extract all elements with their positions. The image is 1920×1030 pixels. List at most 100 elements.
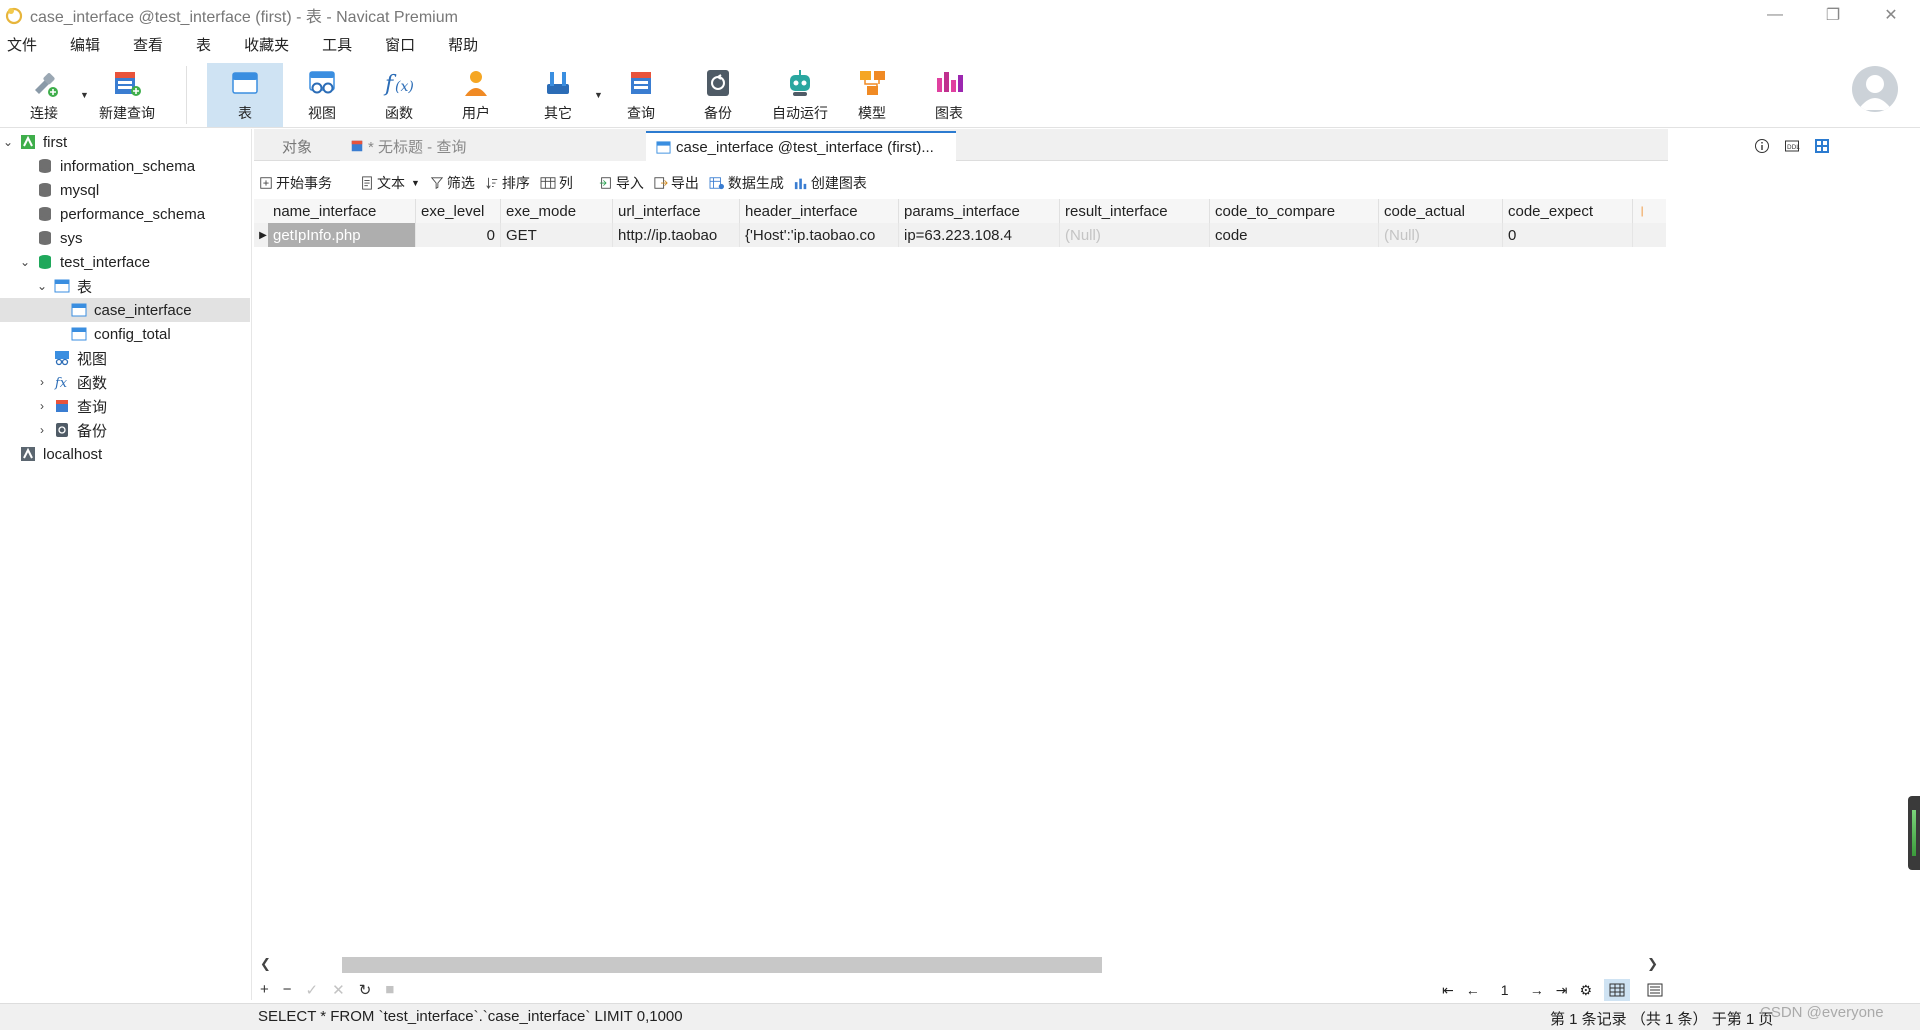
create-chart-button[interactable]: 创建图表 bbox=[794, 173, 867, 193]
chevron-down-icon[interactable]: ⌄ bbox=[36, 279, 48, 293]
refresh-icon[interactable]: ↻ bbox=[359, 981, 372, 999]
tree-node-case-interface[interactable]: case_interface bbox=[0, 298, 250, 322]
tab-untitled-query[interactable]: * 无标题 - 查询 bbox=[340, 131, 646, 161]
new-query-button[interactable]: 新建查询 bbox=[88, 63, 166, 127]
column-header-header-interface[interactable]: header_interface bbox=[740, 199, 899, 223]
tree-node-first[interactable]: ⌄ first bbox=[0, 130, 250, 154]
scrollbar-thumb[interactable] bbox=[342, 957, 1102, 973]
minimize-button[interactable]: — bbox=[1746, 0, 1804, 30]
model-button[interactable]: 模型 bbox=[834, 63, 910, 127]
stop-icon[interactable]: ■ bbox=[385, 981, 394, 999]
cell-header-interface[interactable]: {'Host':'ip.taobao.co bbox=[740, 223, 899, 247]
chart-button[interactable]: 图表 bbox=[911, 63, 987, 127]
form-view-button[interactable] bbox=[1642, 979, 1668, 1001]
side-panel-handle[interactable] bbox=[1908, 796, 1920, 870]
column-header-code-actual[interactable]: code_actual bbox=[1379, 199, 1503, 223]
tree-node-views-folder[interactable]: 视图 bbox=[0, 346, 250, 370]
tree-node-localhost[interactable]: localhost bbox=[0, 442, 250, 466]
restore-button[interactable]: ❐ bbox=[1804, 0, 1862, 30]
close-button[interactable]: ✕ bbox=[1862, 0, 1920, 30]
discard-changes-icon[interactable]: ✕ bbox=[332, 981, 345, 999]
chevron-right-icon[interactable]: › bbox=[36, 423, 48, 437]
cell-url-interface[interactable]: http://ip.taobao bbox=[613, 223, 740, 247]
chevron-down-icon[interactable]: ⌄ bbox=[2, 135, 14, 149]
query-button[interactable]: 查询 bbox=[603, 63, 679, 127]
tree-node-queries-folder[interactable]: › 查询 bbox=[0, 394, 250, 418]
previous-page-icon[interactable]: ← bbox=[1466, 982, 1480, 998]
view-button[interactable]: 视图 bbox=[284, 63, 360, 127]
tree-node-backups-folder[interactable]: › 备份 bbox=[0, 418, 250, 442]
menu-favorites[interactable]: 收藏夹 bbox=[235, 34, 298, 55]
tree-node-sys[interactable]: sys bbox=[0, 226, 250, 250]
cell-result-interface[interactable]: (Null) bbox=[1060, 223, 1210, 247]
info-icon[interactable] bbox=[1754, 138, 1770, 154]
chevron-right-icon[interactable]: › bbox=[36, 375, 48, 389]
columns-button[interactable]: 列 bbox=[540, 173, 573, 193]
text-dropdown-icon[interactable]: ▼ bbox=[411, 178, 420, 188]
chevron-right-icon[interactable]: › bbox=[36, 399, 48, 413]
cell-params-interface[interactable]: ip=63.223.108.4 bbox=[899, 223, 1060, 247]
chevron-down-icon[interactable]: ⌄ bbox=[19, 255, 31, 269]
column-header-result-interface[interactable]: result_interface bbox=[1060, 199, 1210, 223]
data-generation-button[interactable]: 数据生成 bbox=[709, 173, 784, 193]
table-row[interactable]: ▶ getIpInfo.php 0 GET http://ip.taobao {… bbox=[254, 223, 1666, 247]
filter-button[interactable]: 筛选 bbox=[430, 173, 475, 193]
text-button[interactable]: 文本 ▼ bbox=[360, 173, 420, 193]
cell-exe-level[interactable]: 0 bbox=[416, 223, 501, 247]
export-button[interactable]: 导出 bbox=[654, 173, 699, 193]
menu-tools[interactable]: 工具 bbox=[313, 34, 361, 55]
tree-node-tables-folder[interactable]: ⌄ 表 bbox=[0, 274, 250, 298]
column-header-code-expect[interactable]: code_expect bbox=[1503, 199, 1633, 223]
sort-button[interactable]: 排序 bbox=[485, 173, 530, 193]
preview-panel-icon[interactable] bbox=[1814, 138, 1830, 154]
scroll-right-icon[interactable]: ❯ bbox=[1647, 956, 1658, 972]
column-header-code-to-compare[interactable]: code_to_compare bbox=[1210, 199, 1379, 223]
pager-settings-gear-icon[interactable]: ⚙ bbox=[1579, 982, 1592, 999]
grid-view-button[interactable] bbox=[1604, 979, 1630, 1001]
page-number-field[interactable]: 1 bbox=[1491, 980, 1518, 1000]
column-header-exe-mode[interactable]: exe_mode bbox=[501, 199, 613, 223]
cell-exe-mode[interactable]: GET bbox=[501, 223, 613, 247]
menu-file[interactable]: 文件 bbox=[0, 34, 46, 55]
user-avatar[interactable] bbox=[1852, 66, 1898, 112]
menu-table[interactable]: 表 bbox=[187, 34, 220, 55]
first-page-icon[interactable]: ⇤ bbox=[1442, 982, 1454, 999]
tree-node-test-interface[interactable]: ⌄ test_interface bbox=[0, 250, 250, 274]
import-button[interactable]: 导入 bbox=[599, 173, 644, 193]
delete-record-icon[interactable]: − bbox=[283, 981, 292, 999]
next-page-icon[interactable]: → bbox=[1530, 982, 1544, 998]
cell-code-to-compare[interactable]: code bbox=[1210, 223, 1379, 247]
cell-code-actual[interactable]: (Null) bbox=[1379, 223, 1503, 247]
function-button[interactable]: f (x) 函数 bbox=[361, 63, 437, 127]
column-header-exe-level[interactable]: exe_level bbox=[416, 199, 501, 223]
menu-help[interactable]: 帮助 bbox=[439, 34, 487, 55]
user-button[interactable]: 用户 bbox=[438, 63, 514, 127]
last-page-icon[interactable]: ⇥ bbox=[1556, 982, 1568, 999]
other-dropdown-icon[interactable]: ▼ bbox=[594, 90, 603, 100]
tab-objects[interactable]: 对象 bbox=[254, 131, 340, 161]
tab-case-interface[interactable]: case_interface @test_interface (first)..… bbox=[646, 131, 956, 161]
column-header-url-interface[interactable]: url_interface bbox=[613, 199, 740, 223]
menu-edit[interactable]: 编辑 bbox=[61, 34, 109, 55]
horizontal-scrollbar[interactable]: ❮ ❯ bbox=[254, 954, 1666, 976]
tree-node-mysql[interactable]: mysql bbox=[0, 178, 250, 202]
auto-run-button[interactable]: 自动运行 bbox=[757, 63, 843, 127]
tree-node-performance-schema[interactable]: performance_schema bbox=[0, 202, 250, 226]
begin-transaction-button[interactable]: 开始事务 bbox=[259, 173, 332, 193]
ddl-icon[interactable]: DDL bbox=[1784, 138, 1800, 154]
tree-node-config-total[interactable]: config_total bbox=[0, 322, 250, 346]
apply-changes-icon[interactable]: ✓ bbox=[306, 981, 319, 999]
column-header-params-interface[interactable]: params_interface bbox=[899, 199, 1060, 223]
connect-button[interactable]: 连接 bbox=[6, 63, 82, 127]
table-button[interactable]: 表 bbox=[207, 63, 283, 127]
backup-button[interactable]: 备份 bbox=[680, 63, 756, 127]
other-button[interactable]: 其它 bbox=[520, 63, 596, 127]
tree-node-information-schema[interactable]: information_schema bbox=[0, 154, 250, 178]
menu-view[interactable]: 查看 bbox=[124, 34, 172, 55]
scroll-left-icon[interactable]: ❮ bbox=[260, 956, 271, 972]
column-header-name-interface[interactable]: name_interface bbox=[268, 199, 416, 223]
menu-window[interactable]: 窗口 bbox=[376, 34, 424, 55]
add-record-icon[interactable]: + bbox=[260, 981, 269, 999]
cell-code-expect[interactable]: 0 bbox=[1503, 223, 1633, 247]
cell-name-interface[interactable]: getIpInfo.php bbox=[268, 223, 416, 247]
